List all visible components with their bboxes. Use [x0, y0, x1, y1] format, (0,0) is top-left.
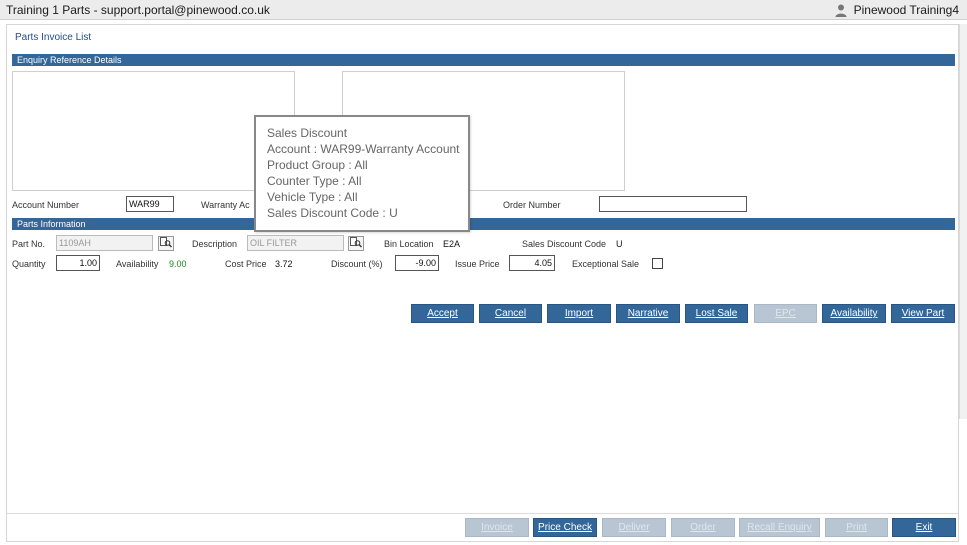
- exceptional-sale-label: Exceptional Sale: [572, 259, 640, 269]
- exceptional-sale-checkbox[interactable]: [652, 258, 663, 269]
- availability-label: Availability: [116, 259, 159, 269]
- description-field[interactable]: [247, 235, 344, 251]
- tooltip-counter-type: Counter Type : All: [267, 174, 362, 188]
- sales-discount-tooltip: Sales Discount Account : WAR99-Warranty …: [254, 115, 470, 232]
- sales-discount-code-value: U: [616, 239, 623, 249]
- bin-location-label: Bin Location: [384, 239, 434, 249]
- order-number-field[interactable]: [599, 196, 747, 212]
- account-number-label: Account Number: [12, 200, 80, 210]
- tooltip-account: Account : WAR99-Warranty Account: [267, 142, 460, 156]
- deliver-button[interactable]: Deliver: [602, 518, 666, 537]
- tooltip-discount-code: Sales Discount Code : U: [267, 206, 398, 220]
- cost-price-value: 3.72: [275, 259, 293, 269]
- order-number-label: Order Number: [503, 200, 561, 210]
- user-menu[interactable]: Pinewood Training4: [834, 3, 959, 17]
- issue-price-field[interactable]: [509, 255, 555, 271]
- narrative-button[interactable]: Narrative: [616, 304, 680, 323]
- reference-box-left: [12, 71, 295, 191]
- description-label: Description: [192, 239, 238, 249]
- user-name: Pinewood Training4: [853, 3, 959, 17]
- warranty-account-label: Warranty Ac: [201, 200, 250, 210]
- cost-price-label: Cost Price: [225, 259, 267, 269]
- part-lookup-button[interactable]: [158, 236, 174, 251]
- description-lookup-button[interactable]: [348, 236, 364, 251]
- sales-discount-code-label: Sales Discount Code: [522, 239, 607, 249]
- window-title: Training 1 Parts - support.portal@pinewo…: [6, 3, 270, 17]
- exit-button[interactable]: Exit: [892, 518, 956, 537]
- invoice-button[interactable]: Invoice: [465, 518, 529, 537]
- availability-value: 9.00: [169, 259, 187, 269]
- import-button[interactable]: Import: [547, 304, 611, 323]
- print-button[interactable]: Print: [825, 518, 888, 537]
- footer-divider: [7, 513, 958, 514]
- accept-button[interactable]: Accept: [411, 304, 474, 323]
- epc-button[interactable]: EPC: [754, 304, 817, 323]
- parts-section-header: Parts Information: [12, 218, 955, 230]
- part-no-label: Part No.: [12, 239, 46, 249]
- lost-sale-button[interactable]: Lost Sale: [685, 304, 748, 323]
- account-number-field[interactable]: [126, 196, 174, 212]
- quantity-field[interactable]: [56, 255, 100, 271]
- page-title: Parts Invoice List: [15, 32, 92, 43]
- recall-enquiry-button[interactable]: Recall Enquiry: [739, 518, 820, 537]
- availability-button[interactable]: Availability: [822, 304, 886, 323]
- person-icon: [834, 3, 848, 17]
- search-icon: [350, 236, 362, 251]
- view-part-button[interactable]: View Part: [891, 304, 955, 323]
- order-button[interactable]: Order: [671, 518, 735, 537]
- window-titlebar: Training 1 Parts - support.portal@pinewo…: [0, 0, 967, 20]
- quantity-label: Quantity: [12, 259, 46, 269]
- discount-label: Discount (%): [331, 259, 383, 269]
- issue-price-label: Issue Price: [455, 259, 500, 269]
- discount-field[interactable]: [395, 255, 439, 271]
- search-icon: [160, 236, 172, 251]
- tooltip-product-group: Product Group : All: [267, 158, 368, 172]
- price-check-button[interactable]: Price Check: [533, 518, 597, 537]
- cancel-button[interactable]: Cancel: [479, 304, 542, 323]
- tooltip-vehicle-type: Vehicle Type : All: [267, 190, 358, 204]
- enquiry-section-header: Enquiry Reference Details: [12, 54, 955, 66]
- tooltip-title: Sales Discount: [267, 126, 348, 140]
- vertical-scrollbar[interactable]: [959, 24, 967, 419]
- part-no-field[interactable]: [56, 235, 153, 251]
- bin-location-value: E2A: [443, 239, 461, 249]
